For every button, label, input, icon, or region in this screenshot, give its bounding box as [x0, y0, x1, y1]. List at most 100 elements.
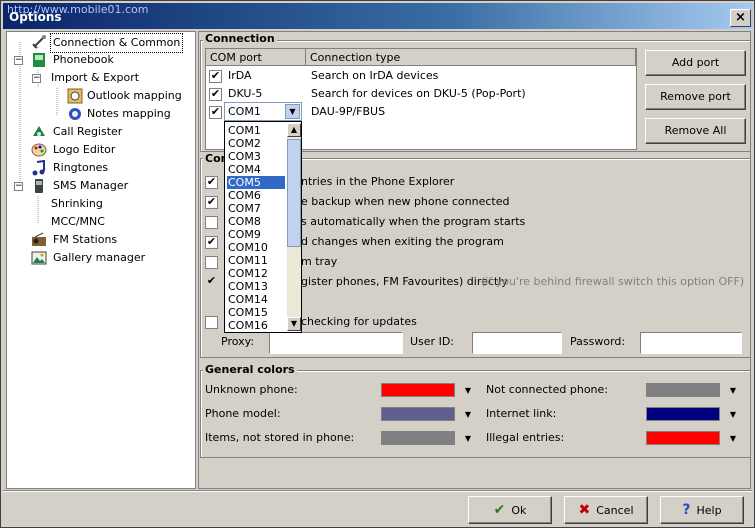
dropdown-option[interactable]: COM13 [227, 280, 285, 293]
userid-label: User ID: [410, 335, 454, 348]
password-input[interactable] [640, 332, 742, 354]
options-tree: Connection & Common − Phonebook − Import… [6, 31, 196, 489]
dropdown-option[interactable]: COM7 [227, 202, 285, 215]
tree-item-label: Call Register [53, 125, 123, 138]
option-checkbox[interactable]: ✔ [205, 275, 218, 289]
dropdown-option[interactable]: COM16 [227, 319, 285, 332]
collapse-toggle-import[interactable]: − [32, 74, 41, 83]
tree-item-label: Shrinking [51, 197, 103, 210]
option-label: m tray [301, 255, 338, 268]
option-label: checking for updates [301, 315, 417, 328]
column-header-port[interactable]: COM port [206, 49, 306, 66]
tree-item-label: Ringtones [53, 161, 109, 174]
check-icon: ✔ [493, 502, 506, 518]
ok-button[interactable]: ✔ Ok [468, 496, 552, 524]
dropdown-option[interactable]: COM3 [227, 150, 285, 163]
chevron-down-icon[interactable]: ▼ [285, 104, 300, 119]
dropdown-option[interactable]: COM14 [227, 293, 285, 306]
chevron-down-icon[interactable]: ▼ [728, 434, 738, 443]
cancel-label: Cancel [596, 504, 634, 517]
option-checkbox[interactable] [205, 216, 218, 229]
tree-item-label: Gallery manager [53, 251, 146, 264]
option-checkbox[interactable]: ✔ [205, 196, 218, 209]
dropdown-option[interactable]: COM4 [227, 163, 285, 176]
call-register-icon [31, 124, 47, 140]
add-port-button[interactable]: Add port [645, 50, 746, 76]
remove-port-button[interactable]: Remove port [645, 84, 746, 110]
gallery-icon [31, 250, 47, 266]
dropdown-option[interactable]: COM1 [227, 124, 285, 137]
proxy-input[interactable] [269, 332, 403, 354]
dropdown-option[interactable]: COM2 [227, 137, 285, 150]
dropdown-option[interactable]: COM15 [227, 306, 285, 319]
column-header-type[interactable]: Connection type [306, 49, 636, 66]
connection-group-title: Connection [203, 32, 277, 45]
colors-group-title: General colors [203, 363, 297, 376]
option-checkbox[interactable]: ✔ [205, 176, 218, 189]
color-swatch[interactable] [646, 383, 720, 397]
tree-item-label: Connection & Common [50, 33, 184, 53]
option-checkbox[interactable]: ✔ [205, 236, 218, 249]
chevron-down-icon[interactable]: ▼ [463, 434, 473, 443]
dropdown-option[interactable]: COM11 [227, 254, 285, 267]
option-label: e backup when new phone connected [301, 195, 510, 208]
color-label: Items, not stored in phone: [205, 431, 355, 444]
radio-icon [31, 232, 47, 248]
dropdown-option[interactable]: COM12 [227, 267, 285, 280]
dropdown-option[interactable]: COM5 [227, 176, 285, 189]
scroll-down-icon[interactable]: ▼ [287, 317, 301, 331]
cancel-button[interactable]: ✖ Cancel [564, 496, 648, 524]
remove-all-button[interactable]: Remove All [645, 118, 746, 144]
dropdown-option[interactable]: COM8 [227, 215, 285, 228]
help-label: Help [696, 504, 722, 517]
logo-editor-icon [31, 142, 47, 158]
tree-item-label: Import & Export [51, 71, 140, 84]
userid-input[interactable] [472, 332, 562, 354]
connection-icon [31, 34, 47, 50]
row-checkbox[interactable]: ✔ [209, 88, 222, 101]
dropdown-scrollbar[interactable]: ▲ ▼ [287, 123, 301, 331]
help-icon: ? [682, 502, 691, 518]
combo-value: COM1 [228, 105, 261, 118]
color-label: Illegal entries: [486, 431, 565, 444]
color-label: Unknown phone: [205, 383, 298, 396]
ok-label: Ok [511, 504, 527, 517]
color-swatch[interactable] [381, 407, 455, 421]
notes-icon [67, 106, 83, 122]
option-checkbox[interactable] [205, 316, 218, 329]
option-label: gister phones, FM Favourites) directly [301, 275, 508, 288]
com-port-combo[interactable]: COM1 ▼ [224, 102, 302, 121]
color-swatch[interactable] [381, 431, 455, 445]
port-cell: IrDA [228, 69, 252, 82]
close-button[interactable]: × [730, 9, 751, 27]
collapse-toggle-sms[interactable]: − [14, 182, 23, 191]
tree-item-connection[interactable]: Connection & Common [31, 33, 191, 53]
dropdown-option[interactable]: COM10 [227, 241, 285, 254]
port-cell: DKU-5 [228, 87, 263, 100]
color-swatch[interactable] [646, 407, 720, 421]
dropdown-option[interactable]: COM6 [227, 189, 285, 202]
chevron-down-icon[interactable]: ▼ [463, 410, 473, 419]
scroll-thumb[interactable] [287, 139, 301, 247]
color-swatch[interactable] [381, 383, 455, 397]
title-bar[interactable]: http://www.mobile01.com Options × [3, 3, 753, 29]
sms-icon [31, 178, 47, 194]
chevron-down-icon[interactable]: ▼ [728, 410, 738, 419]
cancel-icon: ✖ [578, 502, 591, 518]
scroll-up-icon[interactable]: ▲ [287, 123, 301, 137]
options-window: http://www.mobile01.com Options × Connec… [0, 0, 755, 528]
help-button[interactable]: ? Help [660, 496, 744, 524]
tree-item-label: Outlook mapping [87, 89, 182, 102]
dropdown-option[interactable]: COM9 [227, 228, 285, 241]
chevron-down-icon[interactable]: ▼ [463, 386, 473, 395]
collapse-toggle-phonebook[interactable]: − [14, 56, 23, 65]
option-hint: (if you're behind firewall switch this o… [481, 275, 745, 288]
row-checkbox[interactable]: ✔ [209, 106, 222, 119]
row-checkbox[interactable]: ✔ [209, 70, 222, 83]
option-checkbox[interactable] [205, 256, 218, 269]
color-swatch[interactable] [646, 431, 720, 445]
chevron-down-icon[interactable]: ▼ [728, 386, 738, 395]
tree-item-label: MCC/MNC [51, 215, 105, 228]
proxy-label: Proxy: [221, 335, 255, 348]
com-port-dropdown[interactable]: COM1 COM2 COM3 COM4 COM5 COM6 COM7 COM8 COM9 COM1… [224, 121, 302, 333]
